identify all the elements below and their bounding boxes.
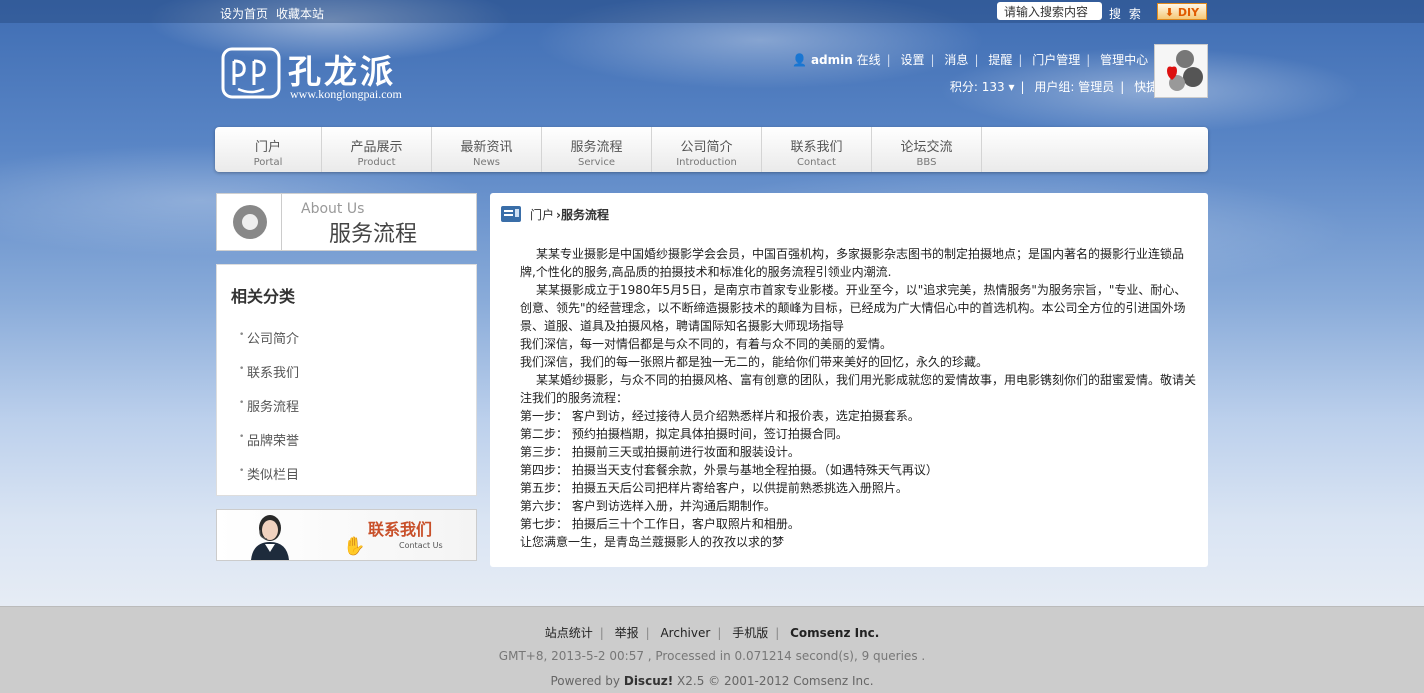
nav-item-product[interactable]: 产品展示 Product <box>322 127 432 172</box>
article-body: 某某专业摄影是中国婚纱摄影学会会员，中国百强机构，多家摄影杂志图书的制定拍摄地点… <box>520 245 1196 551</box>
nav-label: 联系我们 <box>790 140 843 155</box>
paragraph: 某某专业摄影是中国婚纱摄影学会会员，中国百强机构，多家摄影杂志图书的制定拍摄地点… <box>520 247 1185 279</box>
nav-label: 最新资讯 <box>460 140 513 155</box>
contact-banner[interactable]: ✋ 联系我们 Contact Us <box>216 509 477 561</box>
paragraph: 我们深信，每一对情侣都是与众不同的，有着与众不同的美丽的爱情。 <box>520 337 893 351</box>
step-item: 第五步： 拍摄五天后公司把样片寄给客户，以供提前熟悉挑选入册照片。 <box>520 481 908 495</box>
nav-label: 公司简介 <box>680 140 733 155</box>
top-bar: 设为首页 收藏本站 请输入搜索内容 搜 索 ⬇ DIY <box>0 0 1424 23</box>
main-content: 门户 ›服务流程 某某专业摄影是中国婚纱摄影学会会员，中国百强机构，多家摄影杂志… <box>490 193 1208 567</box>
customer-service-person-icon <box>251 515 289 560</box>
site-stats-link[interactable]: 站点统计 <box>545 626 593 640</box>
comsenz-link[interactable]: Comsenz Inc. <box>790 626 879 640</box>
step-item: 第七步： 拍摄后三十个工作日，客户取照片和相册。 <box>520 517 800 531</box>
step-item: 第四步： 拍摄当天支付套餐余款，外景与基地全程拍摄。（如遇特殊天气再议） <box>520 463 938 477</box>
nav-sublabel: Product <box>357 157 396 168</box>
search-button[interactable]: 搜 索 <box>1109 5 1143 22</box>
paragraph: 某某婚纱摄影，与众不同的拍摄风格、富有创意的团队，我们用光影成就您的爱情故事，用… <box>520 373 1197 405</box>
step-item: 第三步： 拍摄前三天或拍摄前进行妆面和服装设计。 <box>520 445 800 459</box>
logo-text: 孔龙派 <box>288 52 396 91</box>
about-icon <box>233 205 267 239</box>
avatar[interactable] <box>1154 44 1208 98</box>
contact-banner-subtitle: Contact Us <box>399 541 443 550</box>
nav-item-portal[interactable]: 门户 Portal <box>215 127 322 172</box>
search-input[interactable]: 请输入搜索内容 <box>997 2 1102 20</box>
category-item-contact-us[interactable]: 联系我们 <box>239 362 299 381</box>
diy-button[interactable]: ⬇ DIY <box>1157 3 1207 20</box>
powered-suffix: X2.5 © 2001-2012 Comsenz Inc. <box>677 674 874 688</box>
messages-link[interactable]: 消息 <box>944 53 968 67</box>
settings-link[interactable]: 设置 <box>901 53 925 67</box>
points-dropdown[interactable]: 积分: 133 <box>950 80 1005 94</box>
archiver-link[interactable]: Archiver <box>660 626 710 640</box>
site-logo[interactable]: 孔龙派 www.konglongpai.com <box>220 45 440 103</box>
nav-item-introduction[interactable]: 公司简介 Introduction <box>652 127 762 172</box>
category-title: 相关分类 <box>231 287 296 306</box>
user-nav: 👤 admin 在线| 设置| 消息| 提醒| 门户管理| 管理中心| 退出 <box>792 51 1192 68</box>
nav-label: 论坛交流 <box>900 140 953 155</box>
nav-label: 门户 <box>254 140 281 155</box>
logo-url: www.konglongpai.com <box>290 87 402 101</box>
category-item-brand-honor[interactable]: 品牌荣誉 <box>239 430 299 449</box>
nav-label: 服务流程 <box>570 140 623 155</box>
diy-label: DIY <box>1177 6 1200 19</box>
user-icon: 👤 <box>792 53 808 67</box>
category-panel: 相关分类 公司简介 联系我们 服务流程 品牌荣誉 类似栏目 <box>216 264 477 496</box>
paragraph: 某某摄影成立于1980年5月5日，是南京市首家专业影楼。开业至今，以"追求完美，… <box>520 283 1187 333</box>
category-item-service-process[interactable]: 服务流程 <box>239 396 299 415</box>
arrow-down-icon: ⬇ <box>1164 6 1175 19</box>
category-item-similar-column[interactable]: 类似栏目 <box>239 464 299 483</box>
nav-sublabel: BBS <box>916 157 937 168</box>
contact-banner-title: 联系我们 <box>368 520 433 539</box>
nav-sublabel: News <box>472 157 501 168</box>
hand-icon: ✋ <box>343 536 366 557</box>
admin-center-link[interactable]: 管理中心 <box>1100 53 1148 67</box>
nav-item-bbs[interactable]: 论坛交流 BBS <box>872 127 982 172</box>
nav-sublabel: Contact <box>797 157 836 168</box>
step-item: 第一步： 客户到访，经过接待人员介绍熟悉样片和报价表，选定拍摄套系。 <box>520 409 920 423</box>
user-group-link[interactable]: 用户组: 管理员 <box>1034 80 1114 94</box>
nav-sublabel: Portal <box>253 157 283 168</box>
discuz-link[interactable]: Discuz! <box>624 674 673 688</box>
main-nav: 门户 Portal 产品展示 Product 最新资讯 News 服务流程 Se… <box>215 127 1208 172</box>
nav-item-service[interactable]: 服务流程 Service <box>542 127 652 172</box>
online-status[interactable]: 在线 <box>857 53 881 67</box>
breadcrumb-home[interactable]: 门户 <box>530 206 554 223</box>
about-header: About Us 服务流程 <box>216 193 477 251</box>
processing-info: GMT+8, 2013-5-2 00:57 , Processed in 0.0… <box>498 649 926 663</box>
nav-sublabel: Introduction <box>676 157 737 168</box>
nav-item-news[interactable]: 最新资讯 News <box>432 127 542 172</box>
nav-item-contact[interactable]: 联系我们 Contact <box>762 127 872 172</box>
breadcrumb-icon <box>501 206 521 222</box>
step-item: 第二步： 预约拍摄档期，拟定具体拍摄时间，签订拍摄合同。 <box>520 427 848 441</box>
paragraph: 让您满意一生，是青岛兰蔻摄影人的孜孜以求的梦 <box>520 535 785 549</box>
chevron-down-icon: ▾ <box>1008 80 1015 94</box>
report-link[interactable]: 举报 <box>615 626 639 640</box>
breadcrumb-current: ›服务流程 <box>556 208 609 222</box>
set-homepage-link[interactable]: 设为首页 <box>220 5 268 22</box>
category-item-company-intro[interactable]: 公司简介 <box>239 328 299 347</box>
username-link[interactable]: admin <box>811 53 853 67</box>
about-cn-title: 服务流程 <box>329 222 418 247</box>
footer-links: 站点统计 | 举报 | Archiver | 手机版 | Comsenz Inc. <box>544 626 880 640</box>
bookmark-link[interactable]: 收藏本站 <box>276 5 324 22</box>
powered-by: Powered by Discuz! X2.5 © 2001-2012 Coms… <box>0 674 1424 688</box>
paragraph: 我们深信，我们的每一张照片都是独一无二的，能给你们带来美好的回忆，永久的珍藏。 <box>520 355 989 369</box>
footer: 站点统计 | 举报 | Archiver | 手机版 | Comsenz Inc. GM… <box>0 606 1424 693</box>
logo-emblem-icon <box>221 47 281 99</box>
portal-admin-link[interactable]: 门户管理 <box>1032 53 1080 67</box>
about-en-title: About Us <box>301 201 365 217</box>
divider <box>281 194 282 250</box>
mobile-link[interactable]: 手机版 <box>732 626 768 640</box>
nav-label: 产品展示 <box>350 140 403 155</box>
step-item: 第六步： 客户到访选样入册，并沟通后期制作。 <box>520 499 776 513</box>
avatar-image <box>1155 45 1207 97</box>
nav-sublabel: Service <box>578 157 615 168</box>
powered-prefix: Powered by <box>550 674 621 688</box>
reminders-link[interactable]: 提醒 <box>988 53 1012 67</box>
